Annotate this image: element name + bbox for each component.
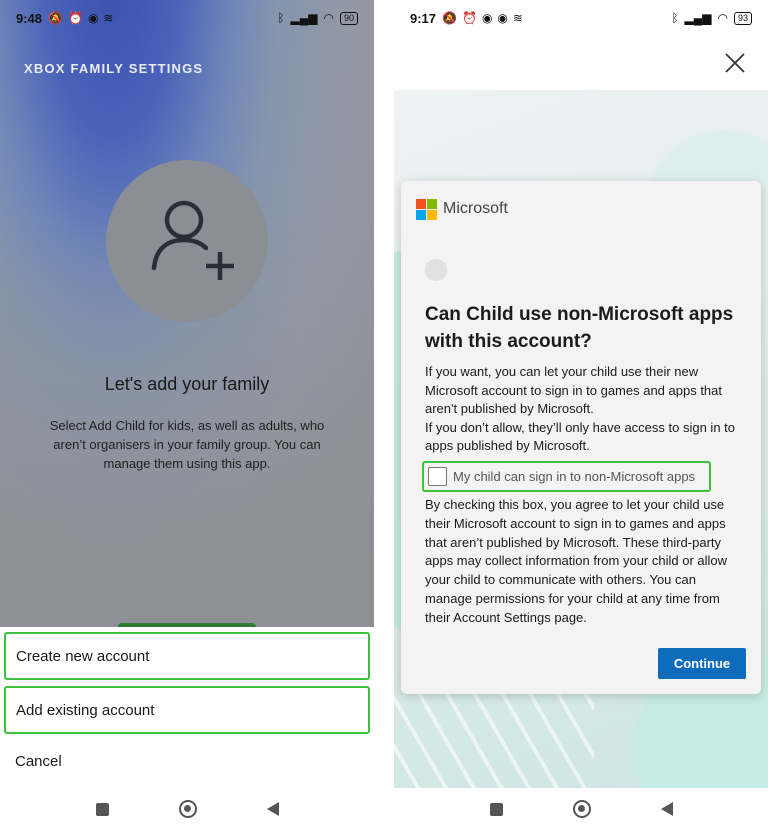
- add-existing-account-option[interactable]: Add existing account: [4, 686, 370, 734]
- alarm-icon: ⏰: [67, 11, 83, 25]
- nav-back-icon[interactable]: [660, 802, 673, 816]
- nav-home-icon[interactable]: [572, 800, 591, 818]
- left-phone-screen: 9:48 🔕 ⏰ ◉ ≋ ᛒ ▂▄▆ ◠ 90 XBOX FAMILY SETT…: [0, 0, 374, 833]
- wifi-icon: ◠: [323, 11, 334, 25]
- stack-icon: ≋: [103, 11, 114, 25]
- signal-icon: ▂▄▆: [684, 11, 712, 25]
- family-description: Select Add Child for kids, as well as ad…: [49, 418, 325, 471]
- nav-home-icon[interactable]: [178, 800, 197, 818]
- app-header-title: XBOX FAMILY SETTINGS: [24, 61, 204, 76]
- family-heading: Let's add your family: [104, 374, 270, 394]
- notification-icons: 🔕 ⏰ ◉ ≋: [48, 11, 113, 25]
- nav-recents-icon[interactable]: [95, 802, 109, 816]
- whatsapp-icon: ◉: [481, 11, 493, 25]
- system-icons: ᛒ ▂▄▆ ◠ 90: [277, 11, 358, 25]
- nav-bar: [394, 796, 768, 822]
- cancel-button[interactable]: Cancel: [15, 753, 62, 770]
- dialog-intro: If you want, you can let your child use …: [425, 363, 745, 456]
- create-new-account-option[interactable]: Create new account: [4, 632, 370, 680]
- non-microsoft-apps-checkbox[interactable]: [428, 467, 447, 486]
- battery-icon: 93: [733, 11, 752, 25]
- notification-icons: 🔕 ⏰ ◉ ◉ ≋: [442, 11, 523, 25]
- status-bar: 9:48 🔕 ⏰ ◉ ≋ ᛒ ▂▄▆ ◠ 90: [0, 0, 374, 36]
- system-icons: ᛒ ▂▄▆ ◠ 93: [671, 11, 752, 25]
- signal-icon: ▂▄▆: [290, 11, 318, 25]
- status-time: 9:17: [410, 10, 437, 26]
- mute-icon: 🔕: [442, 11, 457, 25]
- nav-recents-icon[interactable]: [489, 802, 503, 816]
- checkbox-label[interactable]: My child can sign in to non-Microsoft ap…: [453, 469, 695, 484]
- nav-back-icon[interactable]: [266, 802, 279, 816]
- bluetooth-icon: ᛒ: [277, 11, 285, 25]
- bg-decoration: [394, 690, 594, 788]
- status-time: 9:48: [16, 10, 43, 26]
- webview-background: Microsoft Can Child use non-Microsoft ap…: [394, 90, 768, 788]
- consent-text: By checking this box, you agree to let y…: [425, 497, 728, 625]
- intro-allow-text: If you want, you can let your child use …: [425, 364, 723, 416]
- microsoft-logo-icon: [416, 199, 437, 220]
- add-person-icon: [151, 200, 234, 280]
- alarm-icon: ⏰: [461, 11, 477, 25]
- mute-icon: 🔕: [48, 11, 63, 25]
- avatar-circle: [106, 160, 268, 322]
- whatsapp-icon: ◉: [87, 11, 99, 25]
- battery-icon: 90: [339, 11, 358, 25]
- dialog-title: Can Child use non-Microsoft apps with th…: [425, 304, 734, 352]
- brand-name: Microsoft: [443, 200, 508, 217]
- wifi-icon: ◠: [717, 11, 728, 25]
- whatsapp-icon: ◉: [497, 11, 508, 25]
- consent-dialog: Microsoft Can Child use non-Microsoft ap…: [401, 181, 761, 694]
- nav-bar: [0, 796, 374, 822]
- loading-indicator: [425, 259, 447, 281]
- status-bar: 9:17 🔕 ⏰ ◉ ◉ ≋ ᛒ ▂▄▆ ◠ 93: [394, 0, 768, 36]
- intro-disallow-text: If you don’t allow, they’ll only have ac…: [425, 419, 736, 454]
- right-phone-screen: 9:17 🔕 ⏰ ◉ ◉ ≋ ᛒ ▂▄▆ ◠ 93 Microsoft Can …: [394, 0, 768, 833]
- non-microsoft-apps-checkbox-row[interactable]: My child can sign in to non-Microsoft ap…: [422, 461, 711, 492]
- stack-icon: ≋: [512, 11, 523, 25]
- continue-button[interactable]: Continue: [658, 648, 746, 679]
- bluetooth-icon: ᛒ: [671, 11, 679, 25]
- close-icon[interactable]: [724, 52, 746, 74]
